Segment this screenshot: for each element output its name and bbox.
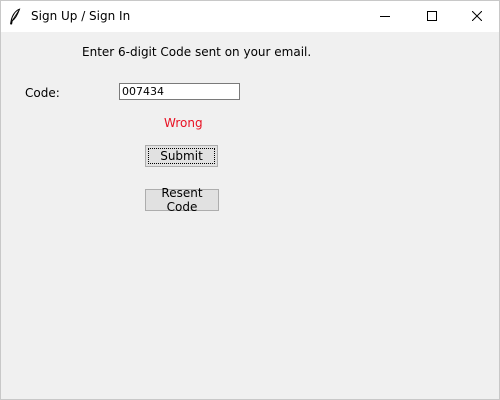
instruction-text: Enter 6-digit Code sent on your email. xyxy=(82,45,312,59)
minimize-button[interactable] xyxy=(362,1,408,32)
code-input[interactable] xyxy=(119,83,240,100)
maximize-icon xyxy=(427,10,437,24)
status-message: Wrong xyxy=(164,116,203,130)
resend-code-button[interactable]: Resent Code xyxy=(145,186,219,214)
window-title: Sign Up / Sign In xyxy=(31,9,131,23)
submit-button-label: Submit xyxy=(160,149,203,163)
app-window: Sign Up / Sign In Enter 6-digit Code sen… xyxy=(0,0,500,400)
feather-icon xyxy=(8,8,22,25)
submit-button[interactable]: Submit xyxy=(145,145,218,167)
resend-code-button-label: Resent Code xyxy=(161,186,203,214)
close-icon xyxy=(471,10,483,24)
minimize-icon xyxy=(380,10,390,24)
maximize-button[interactable] xyxy=(409,1,455,32)
verification-form: Enter 6-digit Code sent on your email. C… xyxy=(1,32,499,399)
close-button[interactable] xyxy=(454,1,499,32)
title-bar[interactable]: Sign Up / Sign In xyxy=(1,1,499,32)
code-label: Code: xyxy=(25,86,60,100)
